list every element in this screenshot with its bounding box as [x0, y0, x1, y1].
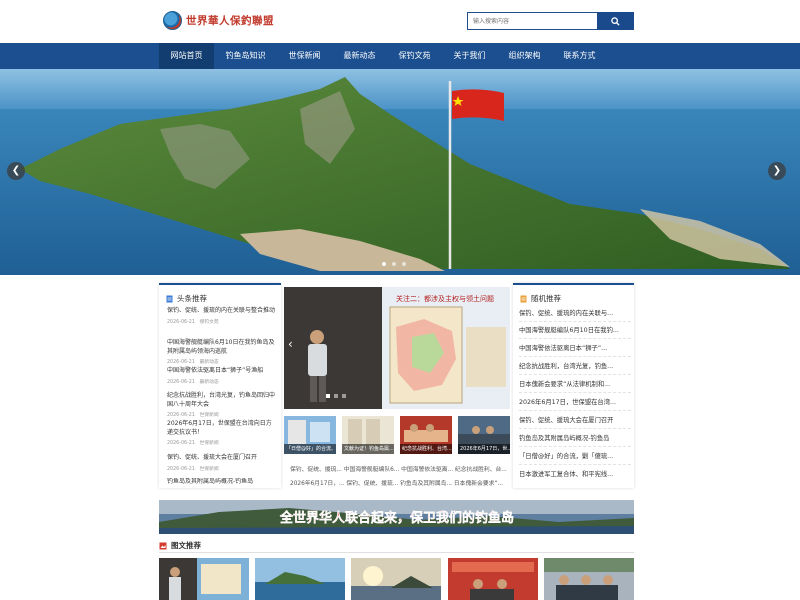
random-item[interactable]: 纪念抗战胜利，台湾光复，钓鱼... [519, 361, 631, 375]
photo-card[interactable] [159, 558, 249, 600]
headline-title[interactable]: 中国海警舰艇编队6月10日在我钓鱼岛及其附属岛屿领海内巡航 [167, 339, 277, 356]
headline-title[interactable]: 保钓、促统、援琉的内在关联与整合推动 [167, 307, 277, 316]
photo-lecture [159, 558, 249, 600]
slide-thumb[interactable]: 2026年6月17日，世... [458, 416, 510, 454]
lecture-photo: 关注二：都涉及主权与领土问题 [284, 287, 510, 409]
chevron-right-icon: ❯ [772, 165, 782, 176]
slide-thumb[interactable]: 文献为证！钓鱼岛属... [342, 416, 394, 454]
photo-card[interactable] [351, 558, 441, 600]
nav-item-organization[interactable]: 组织架构 [497, 43, 552, 69]
headline-item[interactable]: 中国海警依法驱离日本“狮子”号渔船 2026-06-21 最新动态 [167, 367, 277, 385]
main-nav: 网站首页 钓鱼岛知识 世保新闻 最新动态 保钓文苑 关于我们 组织架构 联系方式 [0, 43, 800, 69]
headline-title[interactable]: 钓鱼岛及其附属岛屿概况-钓鱼岛 [167, 478, 277, 487]
banner-next-button[interactable]: ❯ [768, 162, 786, 180]
nav-item-home[interactable]: 网站首页 [159, 43, 214, 69]
photo-card[interactable] [255, 558, 345, 600]
headline-meta: 2026-06-21 世保新闻 [167, 441, 219, 446]
headline-meta: 2026-06-21 最新动态 [167, 379, 219, 385]
search-box [467, 12, 634, 30]
section-divider [159, 552, 634, 553]
headlines-title: 头条推荐 [166, 293, 207, 304]
nav-item-latest[interactable]: 最新动态 [332, 43, 387, 69]
nav-item-diaoyu-knowledge[interactable]: 钓鱼岛知识 [218, 43, 273, 69]
random-item[interactable]: 保钓、促统、援琉大会在厦门召开 [519, 415, 631, 429]
news-ticker-line[interactable]: 2026年6月17日，... 保钓、促统、援琉... 钓鱼岛及其附属岛... 日… [290, 478, 503, 487]
headline-meta: 2026-06-21 保钓文苑 [167, 319, 219, 325]
nav-item-literature[interactable]: 保钓文苑 [387, 43, 442, 69]
banner-prev-button[interactable]: ❮ [7, 162, 25, 180]
headline-title[interactable]: 中国海警依法驱离日本“狮子”号渔船 [167, 367, 277, 376]
thumb-caption: 文献为证！钓鱼岛属... [342, 444, 394, 454]
thumb-caption: 纪念抗战胜利、台湾... [400, 444, 452, 454]
search-button[interactable] [597, 12, 634, 30]
random-panel: 随机推荐 保钓、促统、援琉的内在关联与... 中国海警舰艇编队6月10日在我钓.… [513, 283, 634, 488]
island-flag-image [0, 69, 800, 275]
globe-logo-icon [163, 11, 182, 30]
slogan-text: 全世界华人联合起来，保卫我们的钓鱼岛 [279, 510, 514, 526]
random-item[interactable]: 中国海警依法驱离日本“狮子”... [519, 343, 631, 357]
site-name: 世界華人保釣聯盟 [186, 15, 274, 27]
random-item[interactable]: 钓鱼岛及其附属岛屿概况-钓鱼岛 [519, 433, 631, 447]
thumb-caption: 「日僧@好」的合流、对... [284, 444, 336, 454]
headlines-panel: 头条推荐 保钓、促统、援琉的内在关联与整合推动 2026-06-21 保钓文苑 … [159, 283, 281, 488]
center-slideshow[interactable]: 关注二：都涉及主权与领土问题 ‹ [284, 287, 510, 409]
photo-group [544, 558, 634, 600]
search-input[interactable] [467, 12, 597, 30]
nav-item-news[interactable]: 世保新闻 [277, 43, 332, 69]
headline-meta: 2026-06-21 世保新闻 [167, 413, 219, 418]
photo-sunset-sea [351, 558, 441, 600]
photo-card[interactable] [448, 558, 538, 600]
news-ticker-line[interactable]: 保钓、促统、援琉... 中国海警舰艇编队6... 中国海警依法驱离... 纪念抗… [290, 464, 507, 473]
slide-thumb[interactable]: 纪念抗战胜利、台湾... [400, 416, 452, 454]
photo-section-title: 图文推荐 [159, 540, 201, 551]
headline-title[interactable]: 纪念抗战胜利，台湾光复，钓鱼岛回归中国八十周年大会 [167, 392, 277, 409]
slogan-image: 全世界华人联合起来，保卫我们的钓鱼岛 [159, 500, 634, 534]
random-item[interactable]: 中国海警舰艇编队6月10日在我钓... [519, 325, 631, 339]
header: 世界華人保釣聯盟 [0, 0, 800, 43]
photo-island [255, 558, 345, 600]
photo-commemoration [448, 558, 538, 600]
headline-title[interactable]: 保钓、促统、援琉大会在厦门召开 [167, 454, 277, 463]
headline-meta: 2026-06-21 最新动态 [167, 360, 219, 365]
random-item[interactable]: 日本激进军工复合体、和平宪线... [519, 469, 631, 482]
search-icon [611, 16, 620, 26]
document-icon [520, 295, 527, 302]
headline-item[interactable]: 2026年6月17日，世保盟在台湾向日方递交抗议书！ 2026-06-21 世保… [167, 420, 277, 446]
chevron-left-icon: ❮ [11, 165, 21, 176]
random-item[interactable]: 保钓、促统、援琉的内在关联与... [519, 308, 631, 322]
headline-item[interactable]: 保钓、促统、援琉大会在厦门召开 2026-06-21 世保新闻 [167, 454, 277, 472]
chevron-left-icon[interactable]: ‹ [288, 337, 293, 351]
photo-card[interactable] [544, 558, 634, 600]
slogan-banner[interactable]: 全世界华人联合起来，保卫我们的钓鱼岛 [159, 500, 634, 534]
document-icon [166, 295, 173, 302]
nav-item-contact[interactable]: 联系方式 [552, 43, 607, 69]
image-icon [159, 542, 167, 549]
nav-item-about[interactable]: 关于我们 [442, 43, 497, 69]
headline-item[interactable]: 纪念抗战胜利，台湾光复，钓鱼岛回归中国八十周年大会 2026-06-21 世保新… [167, 392, 277, 418]
random-title: 随机推荐 [520, 293, 561, 304]
hero-banner[interactable] [0, 69, 800, 275]
headline-item[interactable]: 钓鱼岛及其附属岛屿概况-钓鱼岛 [167, 478, 277, 488]
thumb-caption: 2026年6月17日，世... [458, 444, 510, 454]
random-item[interactable]: 2026年6月17日，世保盟在台湾... [519, 397, 631, 411]
slide-text: 关注二：都涉及主权与领土问题 [396, 294, 494, 303]
headline-title[interactable]: 2026年6月17日，世保盟在台湾向日方递交抗议书！ [167, 420, 277, 437]
random-item[interactable]: 「日僧@好」的合流，剿「傻琉... [519, 451, 631, 465]
random-item[interactable]: 日本傀新会要求“从法律机制和... [519, 379, 631, 393]
site-logo[interactable]: 世界華人保釣聯盟 [163, 11, 274, 30]
page: 世界華人保釣聯盟 网站首页 钓鱼岛知识 世保新闻 最新动态 保钓文苑 关于我们 … [0, 0, 800, 600]
headline-meta: 2026-06-21 世保新闻 [167, 466, 219, 472]
headline-item[interactable]: 中国海警舰艇编队6月10日在我钓鱼岛及其附属岛屿领海内巡航 2026-06-21… [167, 339, 277, 365]
headline-item[interactable]: 保钓、促统、援琉的内在关联与整合推动 2026-06-21 保钓文苑 [167, 307, 277, 325]
slide-thumb[interactable]: 「日僧@好」的合流、对... [284, 416, 336, 454]
